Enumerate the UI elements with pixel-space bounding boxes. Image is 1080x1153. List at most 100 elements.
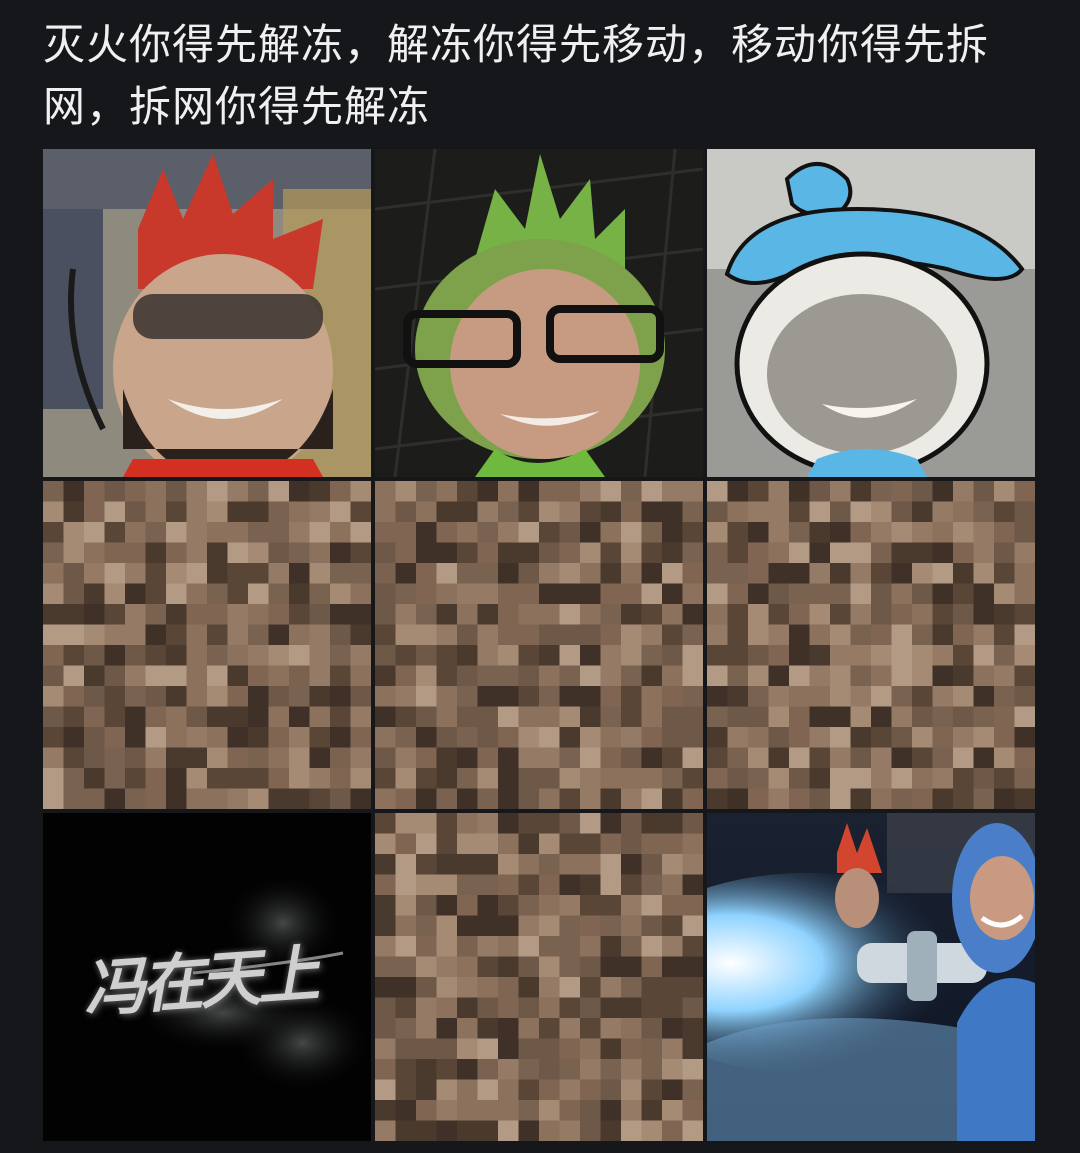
mosaic-block [850,686,872,707]
mosaic-block [395,977,417,998]
mosaic-block [994,686,1015,707]
mosaic-block [748,768,769,789]
mosaic-block [518,915,540,937]
blue-character-ice-blaster-scene-image [707,813,1035,1141]
mosaic-block [268,747,290,769]
mosaic-block [518,977,540,998]
mosaic-block [375,583,396,605]
mosaic-block [912,788,933,809]
image-tile-7[interactable]: 冯在天上 [43,813,371,1141]
mosaic-block [600,956,622,978]
image-tile-5[interactable] [375,481,703,809]
mosaic-block [330,727,351,748]
image-tile-1[interactable] [43,149,371,477]
mosaic-block [953,563,974,584]
mosaic-block [932,727,954,748]
mosaic-block [580,956,601,978]
mosaic-block [932,706,954,728]
image-tile-2[interactable] [375,149,703,477]
mosaic-block [375,1018,396,1039]
mosaic-block [498,522,519,543]
mosaic-block [830,645,851,666]
mosaic-block [809,624,831,646]
mosaic-block [350,583,371,605]
mosaic-block [559,936,581,957]
mosaic-block [145,501,167,523]
mosaic-block [145,788,167,809]
mosaic-block [621,854,642,875]
mosaic-block [662,624,683,646]
mosaic-block [518,665,540,687]
mosaic-block [375,768,396,789]
mosaic-block [498,895,519,916]
mosaic-block [227,563,249,584]
mosaic-block [248,686,269,707]
mosaic-block [436,481,458,502]
mosaic-block [84,542,105,564]
mosaic-block [973,747,995,769]
mosaic-block [707,645,728,666]
mosaic-block [63,645,85,666]
mosaic-block [953,522,974,543]
mosaic-block [477,977,499,998]
mosaic-block [350,481,371,502]
mosaic-block [727,665,749,687]
mosaic-block [125,665,146,687]
mosaic-block [457,583,478,605]
mosaic-block [871,501,892,523]
mosaic-block [289,706,310,728]
mosaic-block [830,481,851,502]
mosaic-block [621,813,642,834]
mosaic-block [850,604,872,625]
mosaic-block [973,563,995,584]
mosaic-block [850,645,872,666]
mosaic-block [518,997,540,1019]
mosaic-block [662,706,683,728]
mosaic-block [518,1079,540,1101]
mosaic-block [436,706,458,728]
mosaic-block [125,624,146,646]
mosaic-block [477,833,499,855]
image-tile-3[interactable] [707,149,1035,477]
mosaic-block [63,522,85,543]
mosaic-block [830,768,851,789]
mosaic-block [416,1018,437,1039]
mosaic-block [621,1079,642,1101]
mosaic-block [539,706,560,728]
mosaic-block [662,788,683,809]
image-tile-4[interactable] [43,481,371,809]
mosaic-block [830,624,851,646]
mosaic-block [539,915,560,937]
mosaic-block [559,768,581,789]
mosaic-block [830,501,851,523]
mosaic-block [416,645,437,666]
mosaic-block [186,645,208,666]
mosaic-block [580,624,601,646]
mosaic-block [104,522,126,543]
mosaic-block [268,542,290,564]
mosaic-block [580,542,601,564]
mosaic-block [727,542,749,564]
image-tile-6[interactable] [707,481,1035,809]
mosaic-block [289,747,310,769]
mosaic-block [891,706,913,728]
mosaic-block [477,727,499,748]
mosaic-block [580,563,601,584]
mosaic-block [350,522,371,543]
mosaic-block [1014,583,1035,605]
mosaic-block [912,563,933,584]
mosaic-block [953,727,974,748]
mosaic-block [309,706,331,728]
mosaic-block [227,747,249,769]
mosaic-block [850,481,872,502]
mosaic-block [375,977,396,998]
mosaic-block [682,936,703,957]
image-tile-8[interactable] [375,813,703,1141]
mosaic-block [43,542,64,564]
mosaic-block [707,706,728,728]
mosaic-block [641,706,663,728]
mosaic-block [600,747,622,769]
image-tile-9[interactable] [707,813,1035,1141]
mosaic-block [953,686,974,707]
mosaic-block [375,645,396,666]
